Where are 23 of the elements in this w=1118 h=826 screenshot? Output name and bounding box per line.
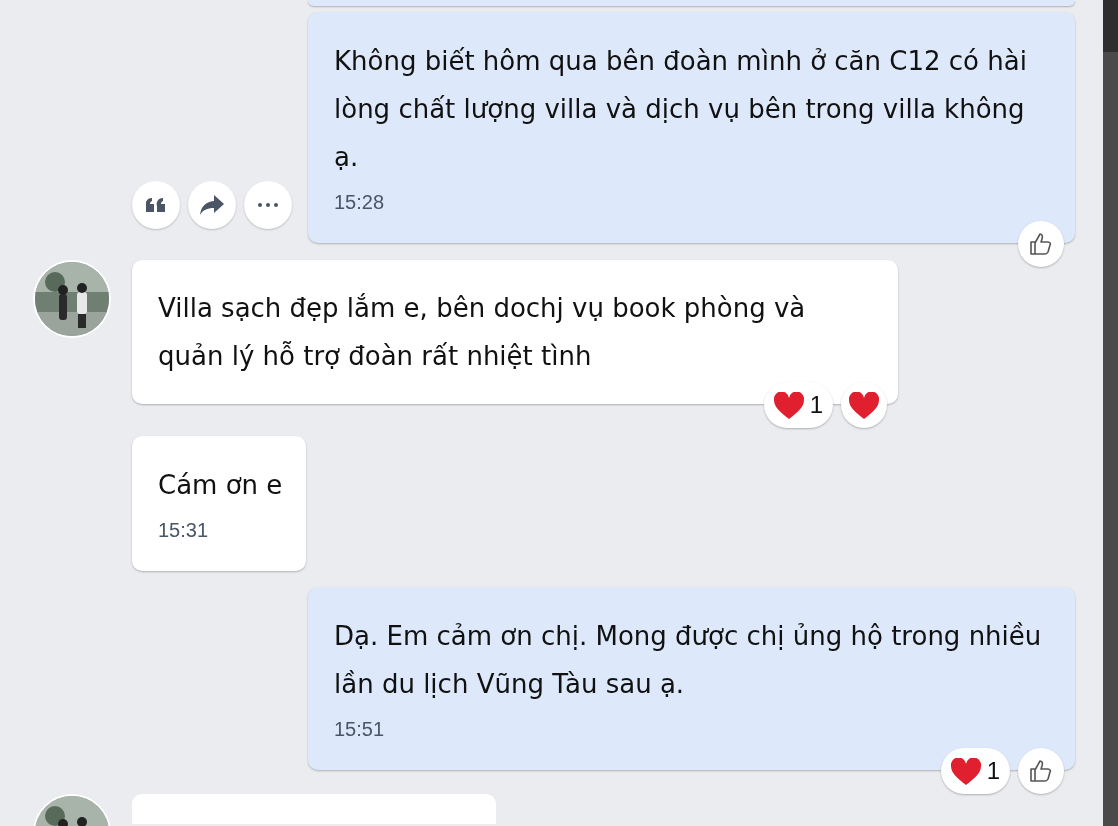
thumbs-up-icon (1029, 759, 1053, 783)
like-button[interactable] (1018, 221, 1064, 267)
heart-icon (950, 757, 981, 785)
heart-icon (773, 391, 804, 419)
more-icon (258, 203, 278, 207)
message-time: 15:28 (334, 190, 385, 215)
forward-button[interactable] (188, 181, 236, 229)
quote-button[interactable] (132, 181, 180, 229)
thumbs-up-icon (1029, 232, 1053, 256)
forward-icon (200, 195, 224, 215)
reaction-count[interactable]: 1 (940, 748, 1010, 794)
heart-icon (849, 391, 879, 419)
quote-icon (146, 197, 166, 213)
like-button[interactable] (1018, 748, 1064, 794)
reaction-count[interactable]: 1 (763, 382, 833, 428)
message-text: Cám ơn e (158, 469, 283, 502)
scrollbar[interactable] (1103, 0, 1118, 826)
message-text: Không biết hôm qua bên đoàn mình ở căn C12 có hài lòng chất lượng villa và dịch vụ bên trong villa không ạ. (334, 45, 1028, 174)
message-time: 15:51 (334, 717, 385, 742)
message-text: Villa sạch đẹp lắm e, bên dochj vụ book phòng và quản lý hỗ trợ đoàn rất nhiệt tình (158, 292, 807, 373)
reaction-button[interactable] (841, 382, 887, 428)
message-time: 15:31 (158, 518, 209, 543)
message-text: Dạ. Em cảm ơn chị. Mong được chị ủng hộ trong nhiều lần du lịch Vũng Tàu sau ạ. (334, 620, 1043, 701)
